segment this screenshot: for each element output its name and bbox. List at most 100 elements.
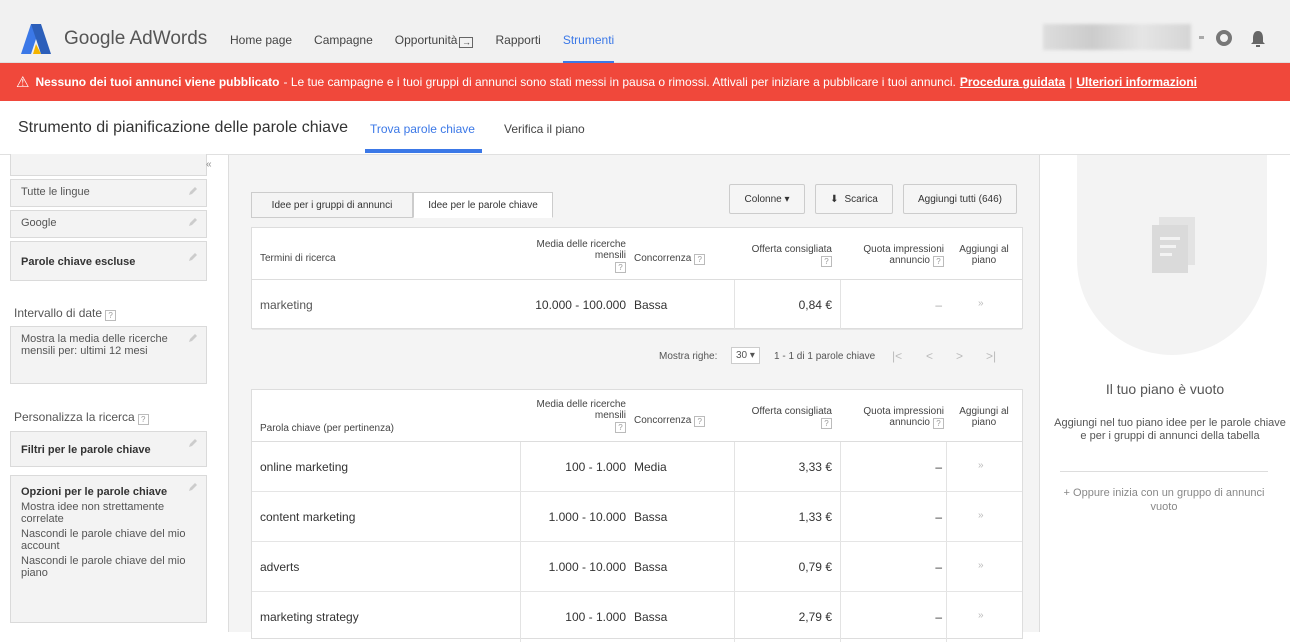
help-icon[interactable]: ? (105, 310, 117, 321)
gear-icon[interactable] (1216, 30, 1232, 46)
pencil-icon (189, 218, 197, 226)
help-icon[interactable]: ? (933, 256, 944, 267)
pencil-icon (189, 483, 197, 491)
add-to-plan-chevron-icon[interactable]: » (978, 510, 984, 521)
col-monthly-searches[interactable]: Media delle ricerche mensili? (522, 239, 626, 273)
col-monthly-searches-label: Media delle ricerche mensili (536, 239, 627, 261)
row-bid: 1,33 € (798, 510, 832, 524)
col-add-to-plan[interactable]: Aggiungi al piano (954, 244, 1014, 266)
page-title: Strumento di pianificazione delle parole… (18, 119, 348, 136)
col-suggested-bid[interactable]: Offerta consigliata? (736, 244, 832, 267)
col-competition[interactable]: Concorrenza? (634, 415, 706, 427)
first-page-button[interactable]: |< (892, 349, 902, 363)
nav-reports[interactable]: Rapporti (495, 33, 540, 64)
account-info[interactable] (1043, 24, 1191, 50)
column-divider (840, 542, 841, 591)
row-impression-share: – (935, 510, 942, 524)
date-range-setting[interactable]: Mostra la media delle ricerche mensili p… (10, 326, 207, 384)
add-to-plan-chevron-icon[interactable]: » (978, 298, 984, 309)
row-impression-share: – (935, 560, 942, 574)
tab-keyword-ideas[interactable]: Idee per le parole chiave (413, 192, 553, 218)
help-icon[interactable]: ? (615, 262, 626, 273)
negative-keywords-label: Parole chiave escluse (21, 256, 136, 268)
column-divider (520, 592, 521, 642)
column-divider (734, 492, 735, 541)
rows-per-page-value: 30 (736, 350, 748, 361)
help-icon[interactable]: ? (821, 256, 832, 267)
nav-home[interactable]: Home page (230, 33, 292, 64)
table-row: content marketing 1.000 - 10.000 Bassa 1… (252, 492, 1022, 542)
row-impression-share: – (935, 298, 942, 312)
help-icon[interactable]: ? (694, 254, 706, 265)
column-divider (946, 492, 947, 541)
row-competition: Bassa (634, 560, 668, 574)
negative-keywords-setting[interactable]: Parole chiave escluse (10, 241, 207, 281)
keyword-options-title: Opzioni per le parole chiave (21, 486, 168, 498)
date-range-label: Intervallo di date? (14, 306, 117, 321)
next-page-button[interactable]: > (956, 349, 963, 363)
language-setting[interactable]: Tutte le lingue (10, 179, 207, 207)
alert-link-more-info[interactable]: Ulteriori informazioni (1076, 75, 1197, 89)
collapse-sidebar-icon[interactable]: « (206, 159, 212, 170)
empty-plan-title: Il tuo piano è vuoto (1105, 381, 1225, 397)
col-competition[interactable]: Concorrenza? (634, 253, 706, 265)
keyword-filters-setting[interactable]: Filtri per le parole chiave (10, 431, 207, 467)
download-button[interactable]: ⬇ Scarica (815, 184, 893, 214)
sidebar-top-box (10, 154, 207, 176)
add-to-plan-chevron-icon[interactable]: » (978, 610, 984, 621)
add-to-plan-chevron-icon[interactable]: » (978, 560, 984, 571)
main-nav: Home page Campagne Opportunità → Rapporti… (230, 33, 615, 64)
account-dropdown-icon[interactable] (1199, 36, 1204, 39)
start-with-empty-ad-group-link[interactable]: + Oppure inizia con un gruppo di annunci… (1060, 486, 1268, 514)
pencil-icon (189, 334, 197, 342)
row-competition: Bassa (634, 610, 668, 624)
rows-per-page-select[interactable]: 30 ▾ (731, 347, 760, 364)
tab-ad-group-ideas[interactable]: Idee per i gruppi di annunci (251, 192, 413, 218)
col-search-terms[interactable]: Termini di ricerca (260, 253, 336, 264)
row-keyword: content marketing (260, 510, 356, 524)
date-range-value: Mostra la media delle ricerche mensili p… (21, 333, 168, 357)
add-all-button[interactable]: Aggiungi tutti (646) (903, 184, 1017, 214)
network-value: Google (21, 217, 57, 229)
col-competition-label: Concorrenza (634, 415, 692, 426)
columns-button[interactable]: Colonne ▾ (729, 184, 805, 214)
col-suggested-bid[interactable]: Offerta consigliata? (736, 406, 832, 429)
nav-tools[interactable]: Strumenti (562, 33, 615, 64)
brand-name[interactable]: Google AdWords (64, 28, 207, 50)
table-row: marketing strategy 100 - 1.000 Bassa 2,7… (252, 592, 1022, 642)
add-to-plan-chevron-icon[interactable]: » (978, 460, 984, 471)
option-broad-ideas: Mostra idee non strettamente correlate (21, 501, 165, 525)
col-impression-share-label: Quota impressioni annuncio (863, 406, 944, 428)
nav-opportunities[interactable]: Opportunità → (395, 33, 474, 64)
col-add-to-plan[interactable]: Aggiungi al piano (954, 406, 1014, 428)
help-icon[interactable]: ? (694, 416, 706, 427)
help-icon[interactable]: ? (615, 422, 626, 433)
divider (1060, 471, 1268, 472)
option-hide-account-keywords: Nascondi le parole chiave del mio accoun… (21, 528, 186, 552)
row-searches: 100 - 1.000 (565, 610, 626, 624)
keyword-options-setting[interactable]: Opzioni per le parole chiave Mostra idee… (10, 475, 207, 623)
tab-review-plan[interactable]: Verifica il piano (504, 122, 585, 136)
row-bid: 0,79 € (798, 560, 832, 574)
prev-page-button[interactable]: < (926, 349, 933, 363)
adwords-logo-icon[interactable] (20, 24, 52, 54)
col-monthly-searches-label: Media delle ricerche mensili (536, 399, 627, 421)
col-keyword[interactable]: Parola chiave (per pertinenza) (260, 423, 394, 434)
tab-find-keywords[interactable]: Trova parole chiave (370, 122, 475, 136)
col-monthly-searches[interactable]: Media delle ricerche mensili? (522, 399, 626, 433)
alert-link-guided[interactable]: Procedura guidata (960, 75, 1065, 89)
row-competition: Bassa (634, 298, 668, 312)
col-impression-share[interactable]: Quota impressioni annuncio? (842, 406, 944, 429)
customize-search-text: Personalizza la ricerca (14, 410, 135, 424)
help-icon[interactable]: ? (821, 418, 832, 429)
bell-icon[interactable] (1251, 31, 1265, 47)
last-page-button[interactable]: >| (986, 349, 996, 363)
network-setting[interactable]: Google (10, 210, 207, 238)
row-term: marketing (260, 298, 313, 312)
opportunities-arrow-icon: → (459, 37, 474, 48)
col-impression-share[interactable]: Quota impressioni annuncio? (842, 244, 944, 267)
col-suggested-bid-label: Offerta consigliata (751, 244, 832, 255)
help-icon[interactable]: ? (137, 414, 149, 425)
help-icon[interactable]: ? (933, 418, 944, 429)
nav-campaigns[interactable]: Campagne (314, 33, 373, 64)
